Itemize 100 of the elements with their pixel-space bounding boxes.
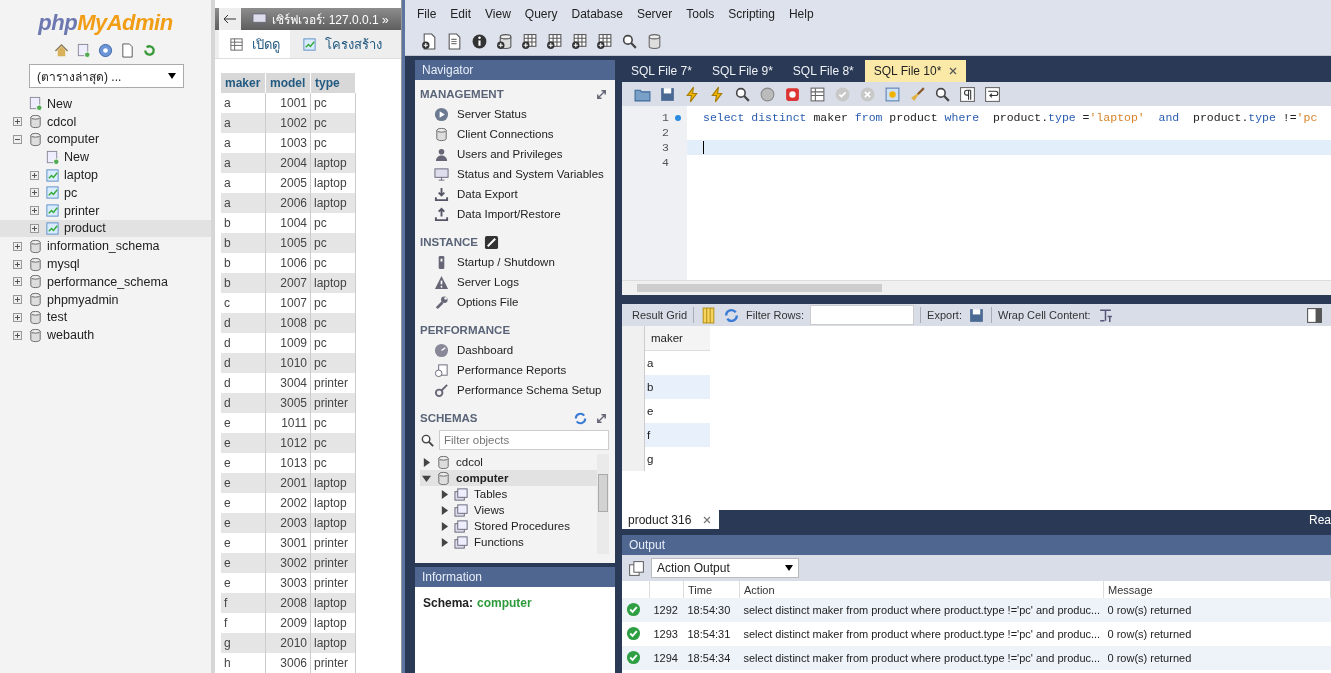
- disclosure-triangle-icon[interactable]: [422, 457, 431, 467]
- disclosure-triangle-icon[interactable]: [440, 521, 449, 531]
- tree-item[interactable]: product: [0, 219, 211, 238]
- navigator-item[interactable]: Data Export: [420, 184, 609, 204]
- tree-item[interactable]: New: [0, 95, 211, 113]
- export-icon[interactable]: [967, 306, 985, 324]
- inspect-icon[interactable]: [621, 32, 638, 50]
- expander-icon[interactable]: [30, 170, 39, 180]
- expander-icon[interactable]: [13, 312, 22, 322]
- toggle-icon[interactable]: [784, 85, 801, 103]
- search-icon[interactable]: [934, 85, 951, 103]
- grid-icon[interactable]: [809, 85, 826, 103]
- lightning-cursor-icon[interactable]: [709, 85, 726, 103]
- editor-tab[interactable]: SQL File 8*: [783, 60, 863, 82]
- filter-field[interactable]: Filter objects: [439, 430, 609, 450]
- tree-item[interactable]: webauth: [0, 326, 211, 345]
- database-select[interactable]: (ตารางล่าสุด) ...: [29, 64, 184, 88]
- open-sql-document-icon[interactable]: [446, 32, 463, 50]
- expander-icon[interactable]: [13, 117, 22, 127]
- schema-item[interactable]: cdcol: [420, 454, 597, 470]
- stop-icon[interactable]: [759, 85, 776, 103]
- navigator-item[interactable]: Server Logs: [420, 272, 609, 292]
- new-sql-document-icon[interactable]: [421, 32, 438, 50]
- tree-item[interactable]: printer: [0, 201, 211, 220]
- help-icon[interactable]: [98, 43, 113, 58]
- reload-icon[interactable]: [142, 43, 157, 58]
- menu-item[interactable]: Edit: [450, 6, 472, 21]
- schema-item[interactable]: Views: [420, 502, 597, 518]
- scrollbar[interactable]: [597, 454, 609, 554]
- tree-item[interactable]: cdcol: [0, 112, 211, 131]
- lightning-icon[interactable]: [684, 85, 701, 103]
- menu-item[interactable]: File: [417, 6, 437, 21]
- output-select[interactable]: Action Output: [651, 558, 799, 578]
- tab[interactable]: โครงสร้าง: [292, 30, 392, 58]
- copy-icon[interactable]: [628, 559, 645, 577]
- tab[interactable]: เปิดดู: [219, 30, 290, 58]
- menu-item[interactable]: Query: [524, 6, 558, 21]
- schema-item[interactable]: Stored Procedures: [420, 518, 597, 534]
- expander-icon[interactable]: [13, 259, 22, 269]
- menu-item[interactable]: View: [485, 6, 511, 21]
- navigator-item[interactable]: Options File: [420, 292, 609, 312]
- tree-item[interactable]: computer: [0, 130, 211, 149]
- column-header[interactable]: type: [310, 73, 356, 93]
- close-icon[interactable]: [703, 515, 712, 524]
- tree-item[interactable]: New: [0, 148, 211, 167]
- tree-item[interactable]: information_schema: [0, 237, 211, 256]
- tree-item[interactable]: test: [0, 308, 211, 327]
- result-tab[interactable]: product 316: [622, 510, 720, 529]
- navigator-item[interactable]: Users and Privileges: [420, 144, 609, 164]
- disclosure-triangle-icon[interactable]: [422, 473, 431, 483]
- navigator-item[interactable]: Data Import/Restore: [420, 204, 609, 224]
- tree-item[interactable]: laptop: [0, 166, 211, 184]
- editor-tab[interactable]: SQL File 10*: [864, 60, 967, 82]
- tree-item[interactable]: phpmyadmin: [0, 290, 211, 309]
- expander-icon[interactable]: [13, 295, 22, 305]
- refresh-icon[interactable]: [723, 306, 741, 324]
- tree-item[interactable]: mysql: [0, 255, 211, 273]
- navigator-item[interactable]: Client Connections: [420, 124, 609, 144]
- magnifier-icon[interactable]: [734, 85, 751, 103]
- close-icon[interactable]: [949, 67, 958, 75]
- document-icon[interactable]: [120, 43, 135, 58]
- menu-item[interactable]: Scripting: [728, 6, 775, 21]
- schema-item[interactable]: computer: [420, 470, 597, 486]
- procedure-plus-icon[interactable]: [571, 32, 588, 50]
- menu-item[interactable]: Database: [571, 6, 623, 21]
- editor-tab[interactable]: SQL File 7*: [622, 60, 701, 82]
- navigator-item[interactable]: Performance Reports: [420, 360, 609, 380]
- view-plus-icon[interactable]: [546, 32, 563, 50]
- function-plus-icon[interactable]: [596, 32, 613, 50]
- home-icon[interactable]: [54, 43, 69, 58]
- database-plus-icon[interactable]: [496, 32, 513, 50]
- pilcrow-icon[interactable]: [959, 85, 976, 103]
- expander-icon[interactable]: [30, 223, 39, 233]
- save-icon[interactable]: [659, 85, 676, 103]
- expander-icon[interactable]: [30, 206, 39, 216]
- database-reconnect-icon[interactable]: [646, 32, 663, 50]
- expander-icon[interactable]: [13, 241, 22, 251]
- disclosure-triangle-icon[interactable]: [440, 505, 449, 515]
- disclosure-triangle-icon[interactable]: [440, 537, 449, 547]
- navigator-item[interactable]: Performance Schema Setup: [420, 380, 609, 400]
- menu-item[interactable]: Server: [636, 6, 673, 21]
- navigator-item[interactable]: Server Status: [420, 104, 609, 124]
- schema-item[interactable]: Tables: [420, 486, 597, 502]
- check-icon[interactable]: [834, 85, 851, 103]
- column-header[interactable]: model: [265, 73, 311, 93]
- expander-icon[interactable]: [13, 330, 22, 340]
- expander-icon[interactable]: [30, 188, 39, 198]
- scrollbar[interactable]: [622, 280, 1331, 295]
- schema-item[interactable]: Functions: [420, 534, 597, 550]
- navigator-item[interactable]: Startup / Shutdown: [420, 252, 609, 272]
- table-plus-icon[interactable]: [521, 32, 538, 50]
- tree-item[interactable]: performance_schema: [0, 272, 211, 291]
- expander-icon[interactable]: [13, 277, 22, 287]
- menu-item[interactable]: Help: [788, 6, 814, 21]
- info-icon[interactable]: [471, 32, 488, 50]
- filter-field[interactable]: [810, 305, 915, 325]
- panel-toggle-icon[interactable]: [1306, 306, 1323, 324]
- breadcrumb-link[interactable]: เซิร์ฟเวอร์: 127.0.0.1 »: [272, 9, 389, 29]
- wrap-icon[interactable]: [984, 85, 1001, 103]
- menu-item[interactable]: Tools: [686, 6, 715, 21]
